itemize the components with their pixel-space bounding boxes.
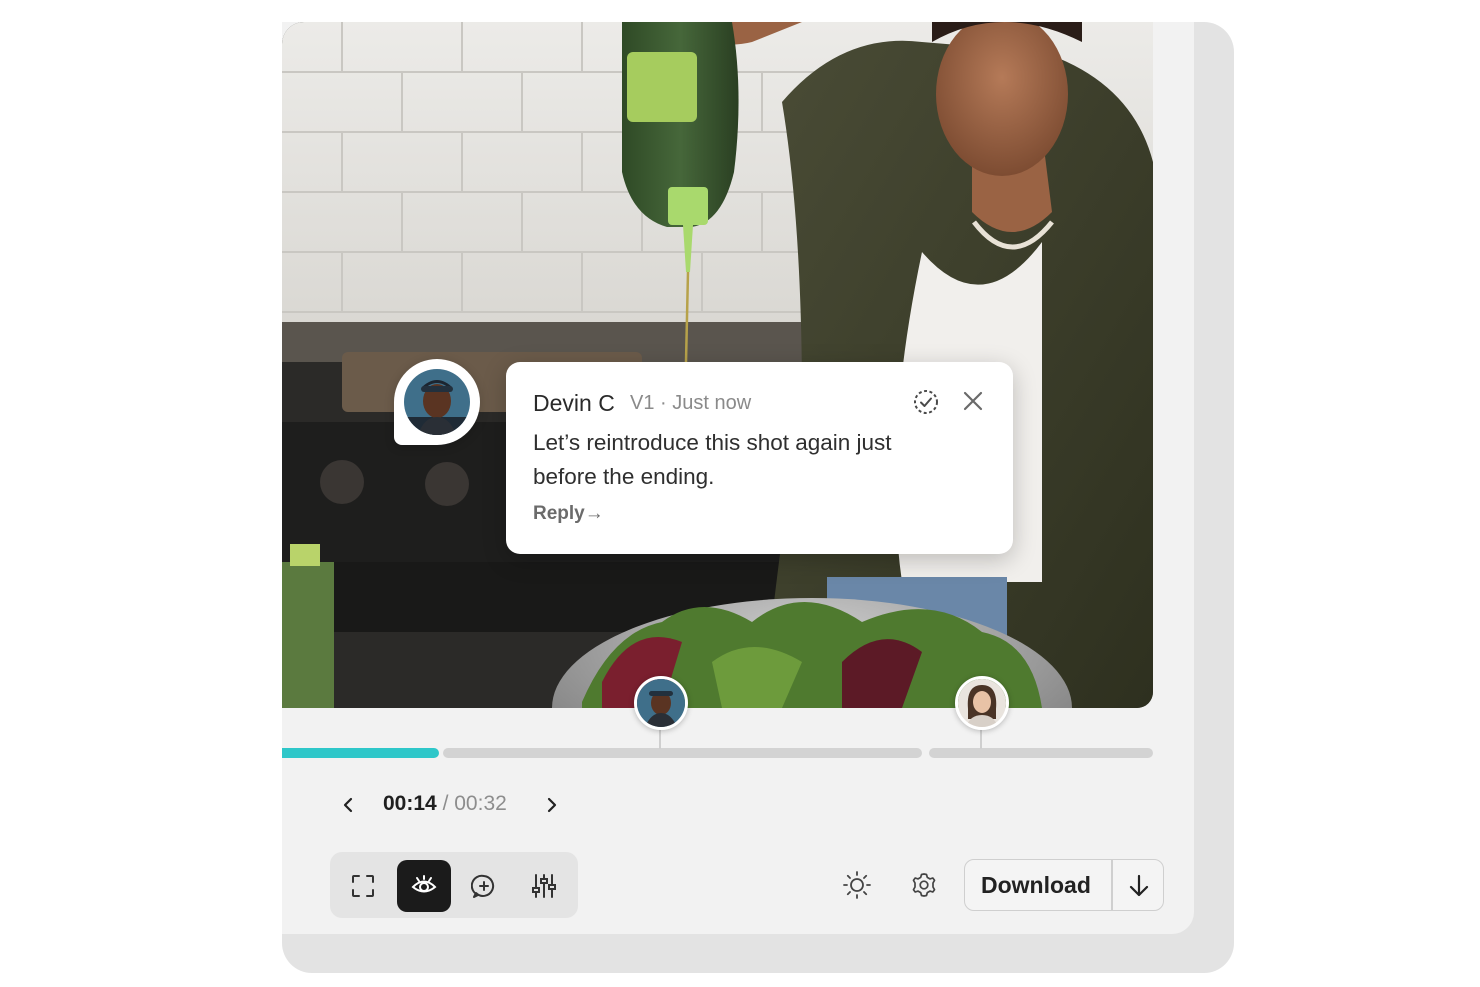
resolve-check-icon[interactable] [913, 389, 939, 415]
time-display: 00:14 / 00:32 [383, 792, 507, 816]
fullscreen-button[interactable] [336, 860, 390, 912]
comment-avatar-pin[interactable] [394, 359, 480, 445]
download-button[interactable]: Download [964, 859, 1164, 911]
close-icon[interactable] [962, 390, 984, 412]
fullscreen-icon [352, 875, 374, 897]
brightness-button[interactable] [843, 871, 871, 899]
download-divider [1111, 860, 1113, 910]
adjustments-button[interactable] [517, 860, 571, 912]
add-comment-icon [471, 874, 495, 898]
gear-icon [912, 873, 936, 897]
chevron-left-icon[interactable] [341, 796, 357, 814]
eye-button[interactable] [397, 860, 451, 912]
comment-meta: V1 · Just now [630, 392, 752, 414]
total-time: 00:32 [454, 792, 507, 815]
comment-marker-devin[interactable] [634, 676, 688, 730]
comment-author: Devin C [533, 390, 615, 416]
view-tools [330, 852, 578, 918]
add-comment-button[interactable] [457, 860, 511, 912]
sun-icon [843, 871, 871, 899]
chevron-right-icon[interactable] [543, 796, 559, 814]
devin-avatar [404, 369, 470, 435]
arrow-right-icon: → [584, 503, 604, 524]
reply-label: Reply [533, 503, 585, 524]
download-label: Download [981, 872, 1091, 898]
timeline-segment-3[interactable] [929, 748, 1153, 758]
time-separator: / [442, 792, 449, 815]
person-avatar [637, 679, 685, 727]
person-avatar [958, 679, 1006, 727]
timeline-segment-2[interactable] [443, 748, 922, 758]
reply-link[interactable]: Reply→ [533, 503, 604, 525]
current-time: 00:14 [383, 792, 437, 815]
arrow-down-icon[interactable] [1128, 873, 1150, 904]
timeline-progress [282, 748, 439, 758]
comment-body: Let’s reintroduce this shot again just b… [533, 430, 892, 489]
eye-icon [411, 875, 437, 893]
settings-button[interactable] [910, 871, 938, 899]
sliders-icon [532, 874, 556, 898]
comment-popover: Devin C V1 · Just now Let’s reintroduce … [506, 362, 1013, 554]
comment-marker-woman[interactable] [955, 676, 1009, 730]
